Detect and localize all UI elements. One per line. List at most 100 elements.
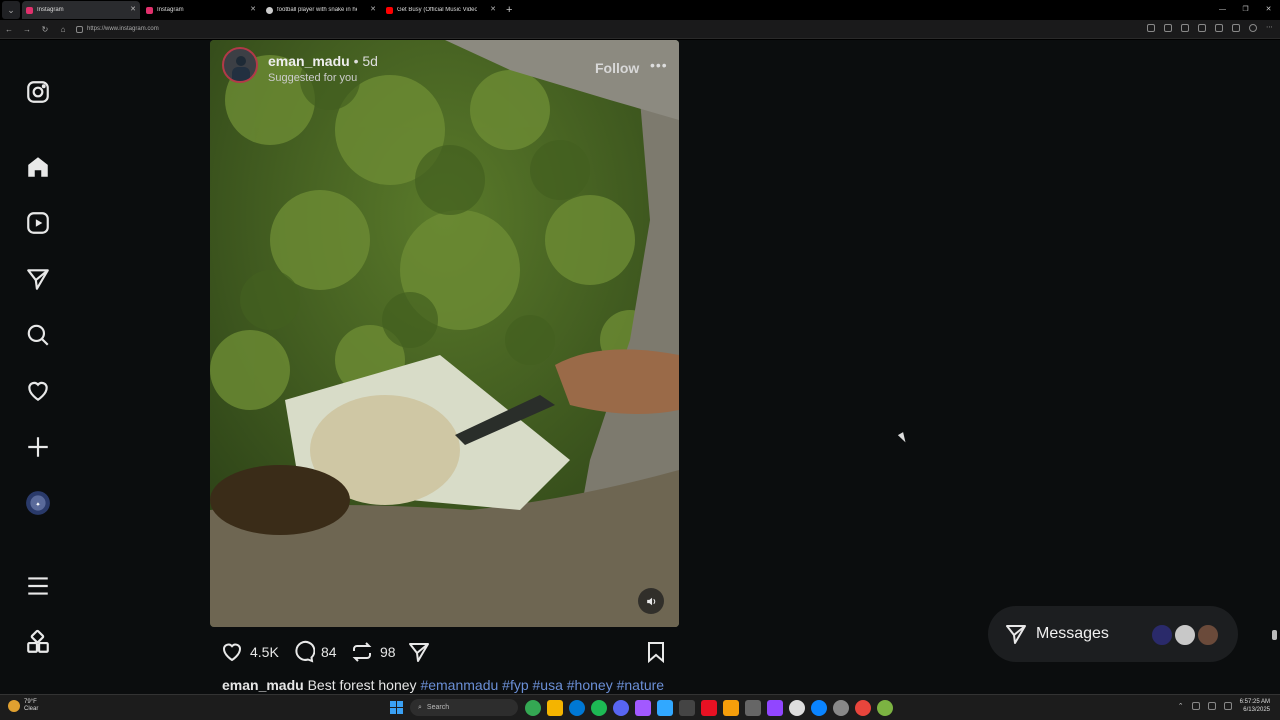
post-author-avatar[interactable]	[222, 47, 258, 83]
taskbar-search-box[interactable]: ⌕ Search	[410, 699, 518, 716]
repost-button[interactable]: 98	[350, 640, 396, 664]
close-window-icon[interactable]: ✕	[1257, 0, 1280, 20]
twitch-app-icon[interactable]	[767, 700, 783, 716]
notifications-heart-icon[interactable]	[25, 378, 51, 404]
extensions-icon[interactable]	[1215, 24, 1223, 32]
app-icon[interactable]	[877, 700, 893, 716]
circle-app-icon[interactable]	[789, 700, 805, 716]
browser-tab[interactable]: Get Busy (Official Music Video) - Y ✕	[382, 1, 500, 19]
zoom-icon[interactable]	[1164, 24, 1172, 32]
url-field[interactable]: https://www.instagram.com	[76, 25, 159, 33]
tab-title: Instagram	[157, 7, 184, 13]
favorites-icon[interactable]	[1232, 24, 1240, 32]
taskbar-search-placeholder: Search	[426, 704, 450, 711]
profile-avatar[interactable]: ✦	[25, 490, 51, 516]
settings-more-icon[interactable]: ⋯	[1266, 24, 1274, 32]
messages-label: Messages	[1036, 625, 1109, 642]
tool-app-icon[interactable]	[745, 700, 761, 716]
like-count: 4.5K	[250, 644, 279, 660]
photoshop-app-icon[interactable]	[657, 700, 673, 716]
restore-icon[interactable]: ❐	[1234, 0, 1257, 20]
post-video[interactable]	[210, 40, 679, 627]
favorite-star-icon[interactable]	[1181, 24, 1189, 32]
site-info-icon[interactable]	[76, 25, 83, 33]
media-app-icon[interactable]	[701, 700, 717, 716]
share-button[interactable]	[407, 640, 431, 664]
post-age: • 5d	[353, 53, 378, 69]
system-clock[interactable]: 6:57:25 AM 6/13/2025	[1240, 698, 1270, 714]
show-hidden-icons-icon[interactable]: ⌃	[1178, 702, 1184, 710]
follow-button[interactable]: Follow	[595, 60, 639, 76]
start-windows-icon[interactable]	[390, 701, 403, 714]
back-arrow-icon[interactable]: ←	[0, 25, 18, 34]
reels-icon[interactable]	[25, 210, 51, 236]
save-button[interactable]	[644, 640, 668, 664]
tab-actions-menu-icon[interactable]: ⌄	[2, 1, 20, 19]
browser-tab-bar: ⌄ Instagram ✕ Instagram ✕ football playe…	[0, 0, 1280, 20]
hashtag-link[interactable]: #nature	[617, 677, 664, 693]
browser-tab[interactable]: football player with snake in helm ✕	[262, 1, 380, 19]
app-icon[interactable]	[855, 700, 871, 716]
chrome-app-icon[interactable]	[525, 700, 541, 716]
windows-taskbar: 79°F Clear ⌕ Search ⌃ 6:57:25 AM 6/13/20…	[0, 694, 1280, 720]
settings-app-icon[interactable]	[833, 700, 849, 716]
weather-temp: 79°F	[24, 699, 37, 705]
search-icon[interactable]	[25, 322, 51, 348]
direct-messages-icon[interactable]	[25, 266, 51, 292]
comment-button[interactable]: 84	[291, 640, 337, 664]
close-tab-icon[interactable]: ✕	[370, 5, 376, 13]
url-text: https://www.instagram.com	[87, 26, 159, 32]
post-author-username[interactable]: eman_madu	[268, 53, 350, 69]
more-menu-icon[interactable]	[25, 573, 51, 599]
hashtag-link[interactable]: #honey	[567, 677, 613, 693]
clock-time: 6:57:25 AM	[1239, 699, 1270, 705]
browser-tab[interactable]: Instagram ✕	[142, 1, 260, 19]
like-button[interactable]: 4.5K	[220, 640, 279, 664]
discord-app-icon[interactable]	[613, 700, 629, 716]
hashtag-link[interactable]: #fyp	[502, 677, 528, 693]
repost-icon	[352, 642, 372, 662]
caption-text: Best forest honey	[303, 677, 421, 693]
repost-count: 98	[380, 644, 396, 660]
close-tab-icon[interactable]: ✕	[130, 5, 136, 13]
page-scrollbar[interactable]	[1270, 40, 1280, 694]
close-tab-icon[interactable]: ✕	[490, 5, 496, 13]
network-icon[interactable]	[1191, 702, 1200, 710]
message-contact-avatar	[1196, 623, 1220, 647]
app-icon[interactable]	[811, 700, 827, 716]
terminal-app-icon[interactable]	[679, 700, 695, 716]
edge-app-icon[interactable]	[569, 700, 585, 716]
home-icon[interactable]	[25, 154, 51, 180]
spotify-app-icon[interactable]	[591, 700, 607, 716]
scrollbar-thumb[interactable]	[1272, 630, 1277, 640]
tab-favicon	[146, 6, 153, 14]
reload-icon[interactable]: ↻	[36, 25, 54, 34]
hashtag-link[interactable]: #usa	[533, 677, 563, 693]
create-plus-icon[interactable]	[25, 434, 51, 460]
tab-title: football player with snake in helm	[277, 7, 357, 13]
file-explorer-app-icon[interactable]	[547, 700, 563, 716]
new-tab-plus-icon[interactable]: +	[506, 4, 512, 16]
minimize-icon[interactable]: —	[1211, 0, 1234, 20]
audio-toggle-button[interactable]	[638, 588, 664, 614]
forward-arrow-icon[interactable]: →	[18, 25, 36, 34]
tab-favicon	[266, 6, 273, 14]
browser-tab[interactable]: Instagram ✕	[22, 1, 140, 19]
volume-icon[interactable]	[1207, 702, 1216, 710]
more-options-icon[interactable]: •••	[650, 57, 668, 73]
close-tab-icon[interactable]: ✕	[250, 5, 256, 13]
figma-app-icon[interactable]	[635, 700, 651, 716]
weather-widget[interactable]: 79°F Clear	[8, 699, 38, 713]
battery-icon[interactable]	[1223, 702, 1232, 710]
notes-app-icon[interactable]	[723, 700, 739, 716]
refresh-extension-icon[interactable]	[1198, 24, 1206, 32]
caption-username[interactable]: eman_madu	[222, 677, 304, 693]
profile-icon[interactable]	[1249, 24, 1257, 32]
messages-floating-button[interactable]: Messages	[988, 606, 1238, 662]
home-button-icon[interactable]: ⌂	[54, 25, 72, 34]
post-author-username-line: eman_madu • 5d	[268, 53, 378, 69]
hashtag-link[interactable]: #emanmadu	[420, 677, 498, 693]
apps-icon[interactable]	[1147, 24, 1155, 32]
instagram-logo-icon[interactable]	[25, 79, 51, 105]
also-from-meta-icon[interactable]	[25, 629, 51, 655]
